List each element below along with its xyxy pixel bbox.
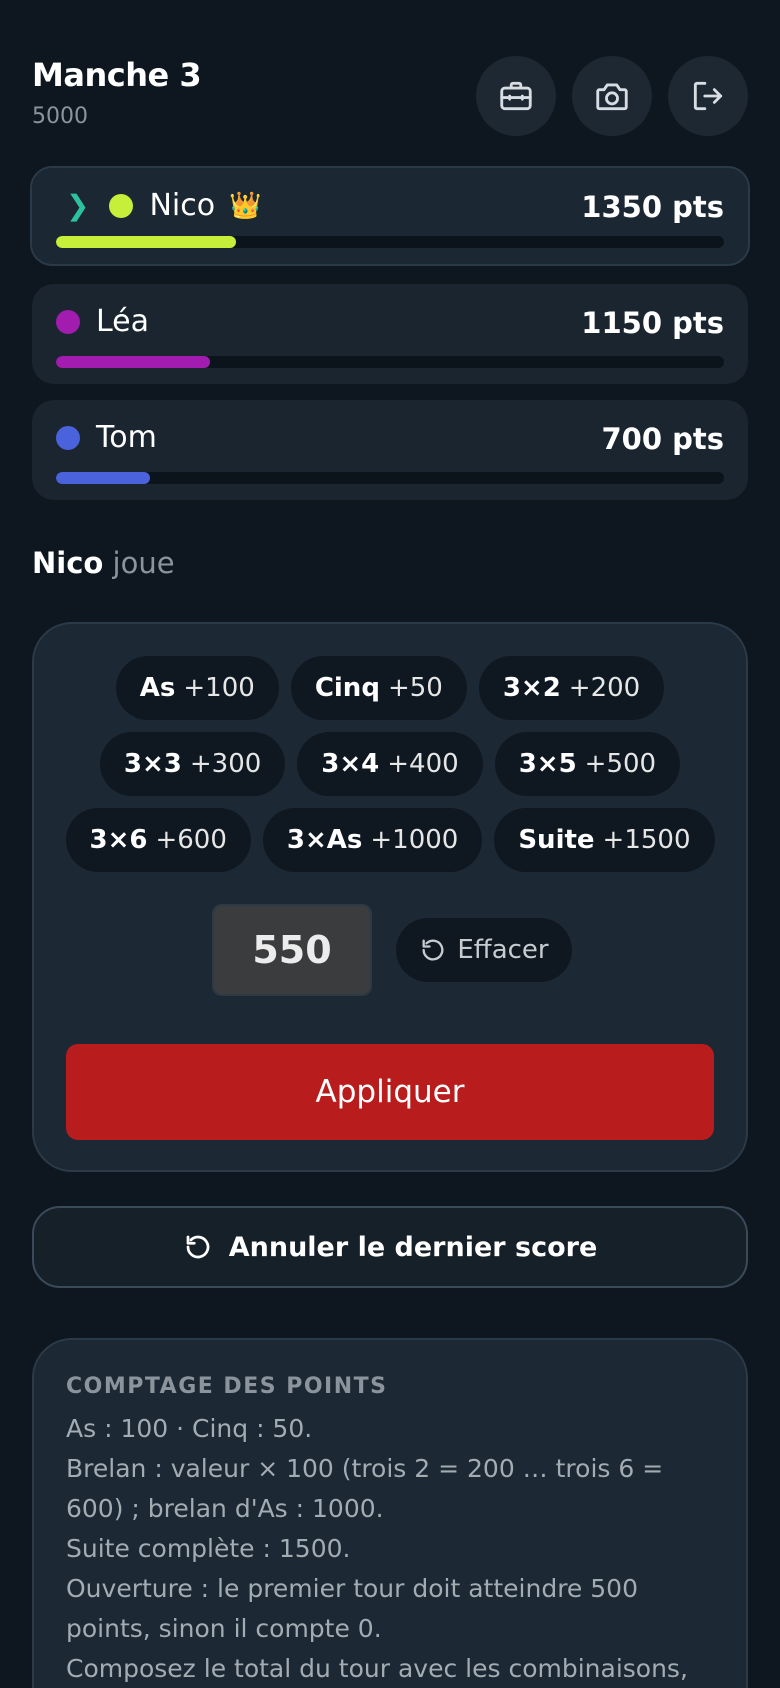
crown-icon: 👑: [229, 190, 262, 221]
player-name-row: Tom: [56, 420, 157, 455]
player-name-row: ❯ Nico 👑: [64, 188, 261, 223]
rules-heading: COMPTAGE DES POINTS: [66, 1374, 388, 1399]
player-name: Léa: [96, 304, 150, 339]
player-points: 1150 pts: [581, 306, 724, 340]
turn-indicator: Nico joue: [32, 546, 175, 580]
player-color-dot: [56, 425, 80, 450]
player-progress-fill: [56, 356, 210, 368]
turn-label: joue: [112, 546, 175, 580]
clear-button[interactable]: Effacer: [396, 918, 572, 982]
logout-button[interactable]: [668, 56, 748, 136]
turn-score-input[interactable]: 550: [212, 904, 372, 996]
clear-label: Effacer: [457, 935, 549, 965]
rule-line: As : 100 · Cinq : 50.: [66, 1414, 313, 1443]
camera-button[interactable]: [572, 56, 652, 136]
undo-label: Annuler le dernier score: [228, 1231, 598, 1263]
rule-line: Brelan : valeur × 100 (trois 2 = 200 … t…: [66, 1454, 664, 1523]
player-name: Tom: [96, 420, 157, 455]
rule-line: Ouverture : le premier tour doit atteind…: [66, 1574, 638, 1643]
combo-chip[interactable]: 3×5 +500: [494, 732, 681, 796]
combo-row: 3×3 +300 3×4 +400 3×5 +500: [34, 732, 746, 796]
camera-icon: [596, 83, 628, 111]
player-card-nico[interactable]: ❯ Nico 👑 1350 pts: [30, 166, 750, 266]
combo-chip[interactable]: 3×3 +300: [99, 732, 286, 796]
combo-chip[interactable]: 3×2 +200: [478, 656, 665, 720]
rule-line: Composez le total du tour avec les combi…: [66, 1654, 688, 1683]
combo-row: As +100 Cinq +50 3×2 +200: [34, 656, 746, 720]
scoring-rules-card: COMPTAGE DES POINTS As : 100 · Cinq : 50…: [32, 1338, 748, 1688]
logout-icon: [693, 81, 723, 111]
apply-button[interactable]: Appliquer: [66, 1044, 714, 1140]
combo-chip[interactable]: As +100: [115, 656, 279, 720]
rule-line: Suite complète : 1500.: [66, 1534, 351, 1563]
player-card-tom[interactable]: Tom 700 pts: [32, 400, 748, 500]
chevron-right-icon: ❯: [66, 189, 90, 222]
combo-chip[interactable]: 3×As +1000: [262, 808, 483, 872]
player-name-row: Léa: [56, 304, 149, 339]
player-progress-track: [56, 356, 724, 368]
header-actions: [476, 56, 748, 136]
player-progress-track: [56, 236, 724, 248]
player-color-dot: [56, 309, 80, 334]
combo-chip[interactable]: Cinq +50: [290, 656, 467, 720]
player-name: Nico: [149, 188, 216, 223]
current-player-name: Nico: [32, 546, 104, 580]
player-progress-fill: [56, 236, 237, 248]
combo-chip[interactable]: 3×4 +400: [297, 732, 483, 796]
toolbox-button[interactable]: [476, 56, 556, 136]
undo-last-score-button[interactable]: Annuler le dernier score: [32, 1206, 748, 1288]
header: Manche 3 5000: [32, 56, 748, 136]
reset-icon: [422, 939, 444, 961]
toolbox-icon: [500, 81, 532, 111]
combo-row: 3×6 +600 3×As +1000 Suite +1500: [34, 808, 746, 872]
player-progress-track: [56, 472, 724, 484]
scoring-panel: As +100 Cinq +50 3×2 +200 3×3 +300 3×4 +400 3…: [32, 622, 748, 1172]
player-color-dot: [109, 193, 134, 218]
player-card-lea[interactable]: Léa 1150 pts: [32, 284, 748, 384]
player-points: 1350 pts: [581, 190, 724, 224]
combo-chip[interactable]: Suite +1500: [494, 808, 715, 872]
player-points: 700 pts: [601, 422, 724, 456]
player-progress-fill: [56, 472, 150, 484]
undo-icon: [186, 1235, 210, 1259]
combo-chip[interactable]: 3×6 +600: [65, 808, 251, 872]
